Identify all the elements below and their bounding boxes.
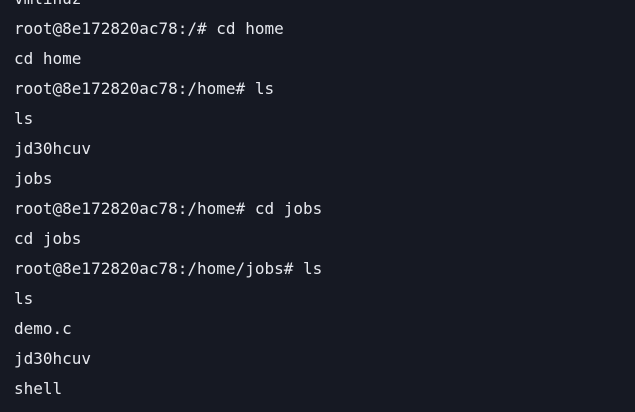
terminal-line: jobs [14, 169, 53, 188]
terminal-line: root@8e172820ac78:/home# ls [14, 79, 275, 98]
terminal-line: ls [14, 109, 34, 128]
terminal-output[interactable]: vmlinuz root@8e172820ac78:/# cd home cd … [0, 0, 635, 412]
terminal-line: ls [14, 289, 34, 308]
terminal-lines: vmlinuz root@8e172820ac78:/# cd home cd … [14, 0, 322, 404]
terminal-line: vmlinuz [14, 0, 322, 14]
terminal-line: root@8e172820ac78:/home/jobs# ls [14, 259, 323, 278]
terminal-line: root@8e172820ac78:/home# cd jobs [14, 199, 323, 218]
terminal-line: root@8e172820ac78:/# cd home [14, 19, 284, 38]
terminal-line: demo.c [14, 319, 72, 338]
terminal-line: cd home [14, 49, 82, 68]
terminal-line: shell [14, 379, 63, 398]
terminal-line: cd jobs [14, 229, 82, 248]
terminal-line: jd30hcuv [14, 139, 92, 158]
terminal-line: jd30hcuv [14, 349, 92, 368]
